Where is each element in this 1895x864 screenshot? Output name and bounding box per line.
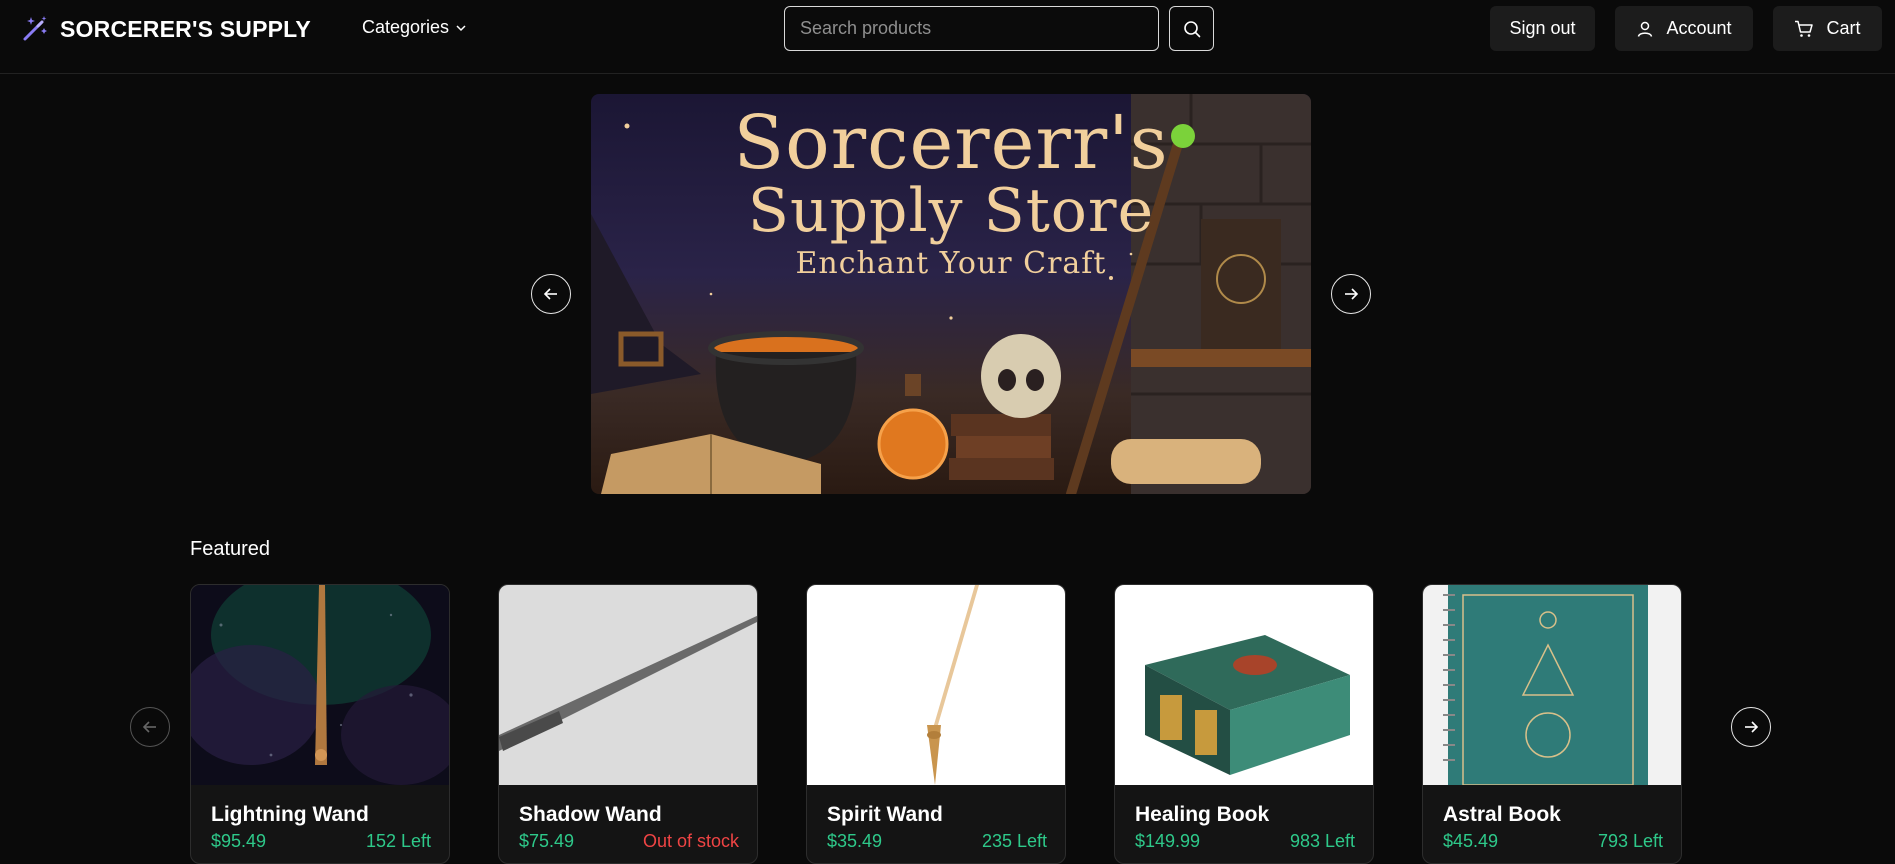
product-price: $149.99: [1135, 831, 1201, 851]
product-price: $75.49: [519, 831, 575, 851]
arrow-left-icon: [142, 721, 156, 733]
arrow-left-icon: [543, 288, 557, 300]
sign-out-label: Sign out: [1509, 18, 1576, 38]
magic-wand-icon: [23, 16, 47, 41]
banner-subtitle: Enchant Your Craft: [795, 246, 1107, 281]
chevron-down-icon: [456, 24, 466, 31]
arrow-right-icon: [1345, 288, 1359, 300]
product-stock: 983 Left: [1289, 831, 1355, 851]
product-price: $35.49: [827, 831, 883, 851]
brand-name: SORCERER'S SUPPLY: [60, 15, 311, 42]
top-nav: SORCERER'S SUPPLY Categories Sign out Ac…: [0, 0, 1895, 74]
search-button[interactable]: [1169, 6, 1214, 51]
product-card[interactable]: Healing Book $149.99 983 Left: [1114, 584, 1374, 864]
product-stock: 235 Left: [981, 831, 1047, 851]
product-stock: 793 Left: [1597, 831, 1663, 851]
categories-label: Categories: [362, 17, 450, 37]
product-price: $45.49: [1443, 831, 1499, 851]
product-card[interactable]: Shadow Wand $75.49 Out of stock: [498, 584, 758, 864]
product-name: Healing Book: [1135, 803, 1270, 826]
product-card[interactable]: Spirit Wand $35.49 235 Left: [806, 584, 1066, 864]
featured-heading: Featured: [190, 538, 271, 560]
cart-label: Cart: [1826, 18, 1861, 38]
product-image-lightning-wand: [191, 585, 449, 785]
search-input[interactable]: [784, 6, 1159, 51]
sign-out-button[interactable]: Sign out: [1490, 6, 1595, 51]
account-button[interactable]: Account: [1615, 6, 1753, 51]
cart-icon: [1795, 20, 1814, 37]
user-icon: [1638, 21, 1653, 37]
account-label: Account: [1666, 18, 1732, 38]
product-name: Astral Book: [1443, 803, 1561, 826]
search-icon: [1183, 20, 1200, 37]
cart-button[interactable]: Cart: [1773, 6, 1882, 51]
product-stock: Out of stock: [642, 831, 739, 851]
hero-banner[interactable]: Sorcererr's Supply Store Enchant Your Cr…: [591, 94, 1311, 494]
product-image-shadow-wand: [499, 585, 757, 785]
featured-prev-button[interactable]: [130, 707, 170, 747]
brand-logo-link[interactable]: SORCERER'S SUPPLY: [20, 14, 311, 44]
product-name: Lightning Wand: [211, 803, 369, 826]
banner-prev-button[interactable]: [531, 274, 571, 314]
categories-dropdown[interactable]: Categories: [362, 17, 467, 38]
banner-next-button[interactable]: [1331, 274, 1371, 314]
product-card[interactable]: Astral Book $45.49 793 Left: [1422, 584, 1682, 864]
product-stock: 152 Left: [365, 831, 431, 851]
product-image-astral-book: [1423, 585, 1681, 785]
product-name: Shadow Wand: [519, 803, 662, 826]
product-image-spirit-wand: [807, 585, 1065, 785]
product-name: Spirit Wand: [827, 803, 943, 826]
featured-next-button[interactable]: [1731, 707, 1771, 747]
banner-title-line1: Sorcererr's: [733, 100, 1169, 186]
arrow-right-icon: [1745, 721, 1759, 733]
product-price: $95.49: [211, 831, 267, 851]
product-image-healing-book: [1115, 585, 1373, 785]
product-card[interactable]: Lightning Wand $95.49 152 Left: [190, 584, 450, 864]
banner-title-line2: Supply Store: [747, 176, 1155, 246]
